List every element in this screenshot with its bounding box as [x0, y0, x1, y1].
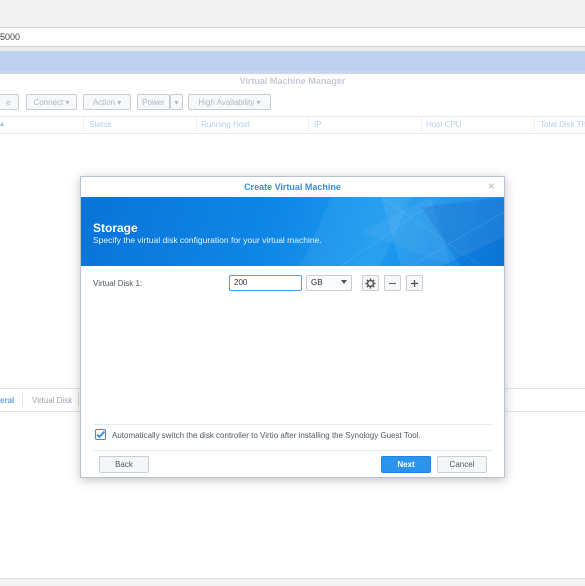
- close-icon[interactable]: ×: [488, 180, 495, 192]
- address-bar[interactable]: [0, 28, 585, 47]
- connect-button-label: Connect: [33, 98, 64, 107]
- column-divider: [534, 116, 535, 132]
- browser-top-bar: [0, 0, 585, 28]
- tab-virtual-disk[interactable]: Virtual Disk: [32, 396, 72, 405]
- chevron-down-icon: ▾: [65, 98, 70, 107]
- address-text: 5000: [0, 32, 21, 42]
- power-button-label: Power: [142, 98, 165, 107]
- tab-general[interactable]: eral: [0, 396, 14, 405]
- dialog-title: Create Virtual Machine: [244, 182, 341, 192]
- chevron-down-icon: ▾: [117, 98, 122, 107]
- disk-size-input[interactable]: 200: [229, 275, 302, 291]
- remove-disk-button[interactable]: [384, 275, 401, 291]
- next-button[interactable]: Next: [381, 456, 431, 473]
- create-button-label: e: [6, 98, 11, 107]
- minus-icon: [389, 282, 396, 285]
- chevron-down-icon: ▾: [256, 98, 261, 107]
- column-total-disk[interactable]: Total Disk Th: [540, 120, 585, 129]
- column-divider: [83, 116, 84, 132]
- chevron-down-icon: ▾: [174, 98, 179, 107]
- app-window-title: Virtual Machine Manager: [239, 76, 346, 86]
- banner-decoration: [301, 197, 504, 266]
- cancel-button[interactable]: Cancel: [437, 456, 487, 473]
- column-divider: [196, 116, 197, 132]
- column-host-cpu[interactable]: Host CPU: [426, 120, 462, 129]
- action-button-label: Action: [92, 98, 115, 107]
- column-divider: [421, 116, 422, 132]
- tab-divider: [78, 392, 79, 406]
- disk-settings-button[interactable]: [362, 275, 379, 291]
- chevron-down-icon: [341, 280, 347, 284]
- dialog-divider: [93, 424, 493, 425]
- step-subtitle: Specify the virtual disk configuration f…: [93, 235, 322, 245]
- virtual-disk-label: Virtual Disk 1:: [93, 279, 143, 288]
- step-banner: Storage Specify the virtual disk configu…: [81, 197, 504, 266]
- connect-button[interactable]: Connect ▾: [26, 94, 77, 110]
- virtio-checkbox[interactable]: [95, 429, 106, 440]
- power-button[interactable]: Power: [137, 94, 170, 110]
- column-running-host[interactable]: Running Host: [201, 120, 249, 129]
- step-title: Storage: [93, 221, 138, 235]
- gear-icon: [365, 278, 376, 289]
- back-button[interactable]: Back: [99, 456, 149, 473]
- add-disk-button[interactable]: [406, 275, 423, 291]
- plus-icon: [411, 280, 418, 287]
- create-button[interactable]: e: [0, 94, 19, 110]
- column-status[interactable]: Status: [89, 120, 112, 129]
- action-button[interactable]: Action ▾: [83, 94, 131, 110]
- vm-table-header: [0, 116, 585, 134]
- sort-arrow-icon[interactable]: ▴: [0, 119, 4, 128]
- tab-divider: [22, 392, 23, 406]
- dialog-divider: [93, 450, 493, 451]
- power-dropdown-button[interactable]: ▾: [170, 94, 183, 110]
- high-availability-label: High Availability: [198, 98, 255, 107]
- checkmark-icon: [96, 430, 106, 439]
- dsm-taskbar-edge: [0, 71, 585, 74]
- column-ip[interactable]: IP: [314, 120, 322, 129]
- create-vm-dialog: Create Virtual Machine × Storage Specify…: [80, 176, 505, 478]
- virtio-option-label[interactable]: Automatically switch the disk controller…: [112, 431, 421, 440]
- high-availability-button[interactable]: High Availability ▾: [188, 94, 271, 110]
- dsm-taskbar: [0, 51, 585, 72]
- column-divider: [308, 116, 309, 132]
